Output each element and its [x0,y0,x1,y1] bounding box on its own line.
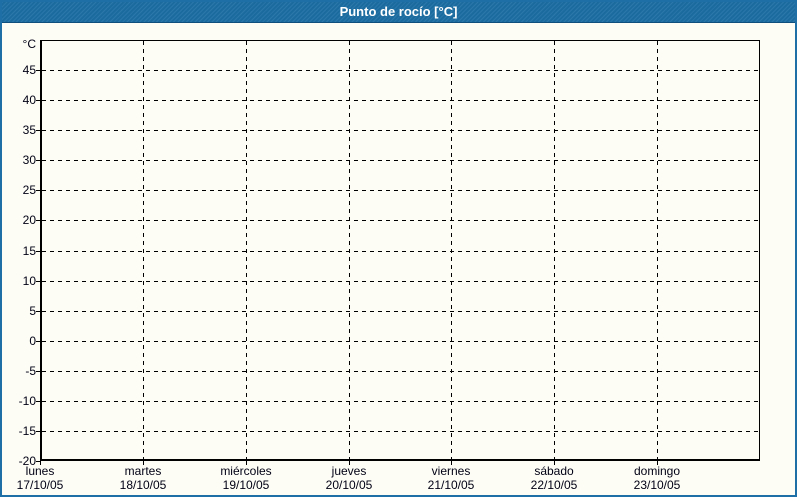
x-day-label: martes 18/10/05 [88,464,198,492]
y-tick-label: 30 [22,153,36,167]
y-tick-label: 25 [22,183,36,197]
y-tick-label: -10 [18,394,36,408]
day-date: 20/10/05 [325,478,373,492]
day-name: miércoles [220,464,272,478]
y-tick-label: 15 [22,244,36,258]
x-day-label: lunes 17/10/05 [0,464,95,492]
y-tick-label: 10 [22,274,36,288]
chart-window: Punto de rocío [°C] domingo 23/10/05 sábad… [0,0,800,500]
x-day-label: viernes 21/10/05 [396,464,506,492]
y-axis-tick [36,461,40,462]
day-date: 19/10/05 [222,478,270,492]
x-day-label: sábado 22/10/05 [499,464,609,492]
y-axis-unit-label: °C [22,37,36,51]
x-axis-tick [143,461,144,465]
x-axis-tick [451,461,452,465]
y-tick-label: 45 [22,63,36,77]
y-tick-label: -20 [18,454,36,468]
day-date: 21/10/05 [427,478,475,492]
x-axis-tick [349,461,350,465]
y-tick-label: -5 [25,364,36,378]
y-tick-label: 40 [22,93,36,107]
y-tick-label: -15 [18,424,36,438]
x-axis-tick [40,461,41,465]
day-name: martes [124,464,162,478]
y-tick-label: 20 [22,213,36,227]
x-axis-tick [246,461,247,465]
title-bar: Punto de rocío [°C] [2,2,795,23]
x-axis-tick [554,461,555,465]
y-tick-label: 35 [22,123,36,137]
y-tick-label: 0 [29,334,36,348]
x-day-label: miércoles 19/10/05 [191,464,301,492]
day-date: 22/10/05 [530,478,578,492]
y-tick-label: 5 [29,304,36,318]
day-name: viernes [431,464,471,478]
x-axis-tick [657,461,658,465]
x-day-label: domingo 23/10/05 [602,464,712,492]
day-date: 17/10/05 [16,478,64,492]
day-name: sábado [534,464,574,478]
chart-title: Punto de rocío [°C] [339,4,458,19]
plot-area [40,40,760,461]
day-name: domingo [633,464,681,478]
x-day-label: jueves 20/10/05 [294,464,404,492]
day-date: 18/10/05 [119,478,167,492]
day-name: jueves [331,464,367,478]
day-date: 23/10/05 [633,478,681,492]
